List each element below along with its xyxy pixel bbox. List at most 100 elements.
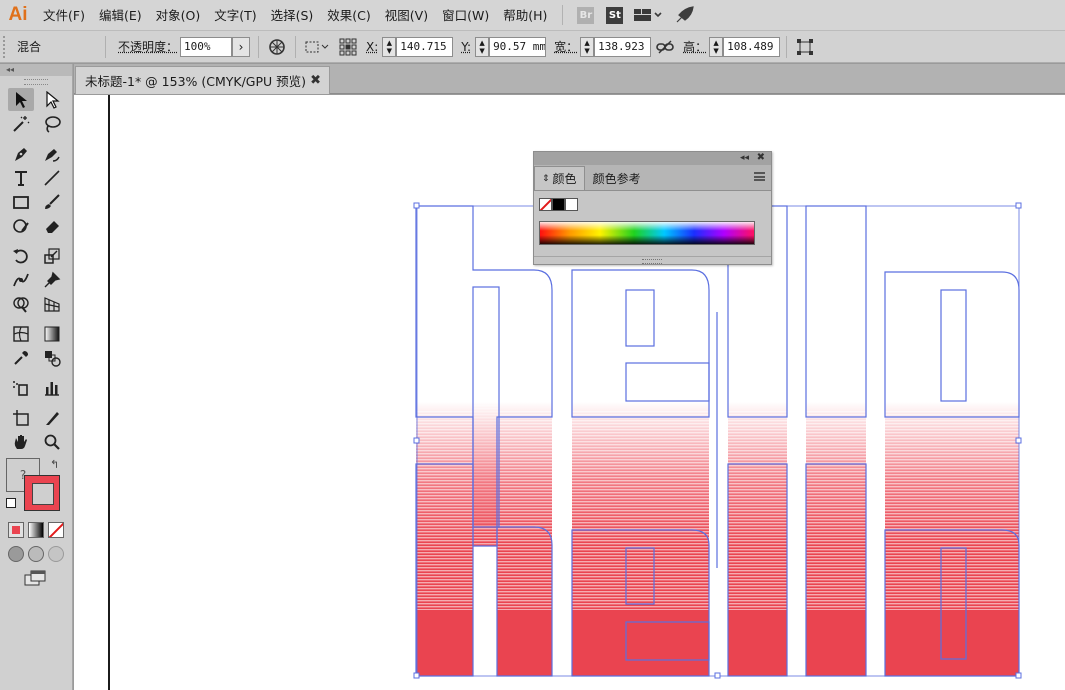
panel-menu-icon[interactable]	[754, 172, 765, 181]
transform-panel-icon[interactable]	[795, 37, 815, 57]
x-label[interactable]: X:	[362, 40, 382, 54]
bridge-button[interactable]: Br	[577, 6, 595, 24]
line-segment-tool-icon[interactable]	[39, 166, 65, 189]
tools-panel-grip[interactable]	[24, 79, 48, 85]
width-label[interactable]: 宽：	[546, 38, 580, 55]
color-panel-tabs: ⇕ 颜色 颜色参考	[534, 165, 771, 191]
control-divider	[295, 35, 297, 58]
column-graph-tool-icon[interactable]	[39, 376, 65, 399]
tools-panel: ◂◂ ? ↰	[0, 64, 73, 690]
pin-tool-icon[interactable]	[39, 268, 65, 291]
height-field[interactable]: 108.489 mm	[723, 36, 781, 57]
paintbrush-tool-icon[interactable]	[39, 190, 65, 213]
slice-tool-icon[interactable]	[39, 406, 65, 429]
swap-fill-stroke-icon[interactable]: ↰	[50, 458, 59, 471]
width-stepper[interactable]: ▲ ▼	[580, 36, 595, 57]
pen-tool-icon[interactable]	[8, 142, 34, 165]
curvature-tool-icon[interactable]	[39, 142, 65, 165]
perspective-grid-tool-icon[interactable]	[39, 292, 65, 315]
gradient-tool-icon[interactable]	[39, 322, 65, 345]
eyedropper-tool-icon[interactable]	[8, 346, 34, 369]
puppet-warp-tool-icon[interactable]	[8, 268, 34, 291]
rectangle-tool-icon[interactable]	[8, 190, 34, 213]
draw-normal-icon[interactable]	[8, 546, 24, 562]
menu-select[interactable]: 选择(S)	[264, 0, 321, 31]
default-fill-stroke-icon[interactable]	[6, 498, 16, 508]
gradient-mode-button[interactable]	[28, 522, 44, 538]
width-field[interactable]: 138.923 mm	[594, 36, 652, 57]
screen-mode-icon[interactable]	[24, 570, 48, 586]
menu-file[interactable]: 文件(F)	[36, 0, 92, 31]
opacity-label[interactable]: 不透明度：	[110, 38, 180, 55]
menu-object[interactable]: 对象(O)	[149, 0, 208, 31]
control-divider	[786, 35, 788, 58]
constrain-proportions-link-icon[interactable]	[655, 37, 675, 57]
panel-resize-grip[interactable]	[534, 256, 771, 264]
symbol-sprayer-tool-icon[interactable]	[8, 376, 34, 399]
control-divider	[105, 35, 106, 58]
tab-color[interactable]: ⇕ 颜色	[534, 166, 585, 190]
zoom-tool-icon[interactable]	[39, 430, 65, 453]
x-stepper[interactable]: ▲ ▼	[382, 36, 397, 57]
draw-behind-icon[interactable]	[28, 546, 44, 562]
artboard-tool-icon[interactable]	[8, 406, 34, 429]
close-panel-icon[interactable]: ✖	[757, 152, 765, 164]
selection-type-label: 混合	[17, 40, 42, 54]
recolor-artwork-icon[interactable]	[267, 37, 287, 57]
color-mode-button[interactable]	[8, 522, 24, 538]
menu-bar: Ai 文件(F) 编辑(E) 对象(O) 文字(T) 选择(S) 效果(C) 视…	[0, 0, 1065, 31]
menu-window[interactable]: 窗口(W)	[435, 0, 496, 31]
y-field[interactable]: 90.57 mm	[489, 36, 547, 57]
color-panel-header[interactable]: ◂◂ ✖	[534, 152, 771, 165]
hand-tool-icon[interactable]	[8, 430, 34, 453]
collapse-panel-icon[interactable]: ◂◂	[740, 152, 749, 164]
color-spectrum-bar[interactable]	[539, 221, 755, 245]
document-tab-bar: 未标题-1* @ 153% (CMYK/GPU 预览) ✖	[74, 64, 1065, 94]
type-tool-icon[interactable]	[8, 166, 34, 189]
transform-reference-point-icon[interactable]	[338, 37, 358, 57]
close-document-icon[interactable]: ✖	[310, 73, 321, 88]
control-bar: 混合 不透明度： 100% › X: ▲▼ 140.715 mm Y: ▲▼ 9…	[0, 31, 1065, 63]
control-divider	[258, 35, 260, 58]
workspace-switcher-icon[interactable]	[633, 7, 663, 23]
stock-button[interactable]: St	[606, 6, 624, 24]
none-swatch[interactable]	[539, 198, 552, 211]
tools-panel-header[interactable]: ◂◂	[0, 64, 72, 76]
scale-tool-icon[interactable]	[39, 244, 65, 267]
menu-edit[interactable]: 编辑(E)	[92, 0, 149, 31]
white-swatch[interactable]	[565, 198, 578, 211]
color-panel: ◂◂ ✖ ⇕ 颜色 颜色参考	[533, 151, 772, 265]
app-logo: Ai	[8, 4, 28, 25]
black-swatch[interactable]	[552, 198, 565, 211]
menu-type[interactable]: 文字(T)	[207, 0, 263, 31]
opacity-field[interactable]: 100%	[180, 36, 233, 57]
draw-inside-icon[interactable]	[48, 546, 64, 562]
publish-rocket-icon[interactable]	[675, 6, 695, 24]
magic-wand-tool-icon[interactable]	[8, 112, 34, 135]
y-label[interactable]: Y:	[453, 40, 475, 54]
menu-effect[interactable]: 效果(C)	[320, 0, 377, 31]
menu-view[interactable]: 视图(V)	[378, 0, 435, 31]
opacity-expand-button[interactable]: ›	[232, 36, 251, 57]
eraser-tool-icon[interactable]	[39, 214, 65, 237]
shaper-tool-icon[interactable]	[8, 214, 34, 237]
menu-help[interactable]: 帮助(H)	[496, 0, 554, 31]
x-field[interactable]: 140.715 mm	[396, 36, 454, 57]
height-stepper[interactable]: ▲ ▼	[709, 36, 724, 57]
selection-tool-icon[interactable]	[8, 88, 34, 111]
none-mode-button[interactable]	[48, 522, 64, 538]
height-label[interactable]: 高：	[679, 38, 709, 55]
tab-color-guide[interactable]: 颜色参考	[585, 166, 649, 190]
tab-color-toggle-icon[interactable]: ⇕	[542, 174, 550, 184]
rotate-tool-icon[interactable]	[8, 244, 34, 267]
y-stepper[interactable]: ▲ ▼	[475, 36, 490, 57]
menu-divider	[562, 5, 564, 25]
direct-selection-tool-icon[interactable]	[39, 88, 65, 111]
lasso-tool-icon[interactable]	[39, 112, 65, 135]
blend-tool-icon[interactable]	[39, 346, 65, 369]
shape-builder-tool-icon[interactable]	[8, 292, 34, 315]
mesh-tool-icon[interactable]	[8, 322, 34, 345]
align-options-icon[interactable]	[304, 37, 330, 57]
stroke-swatch[interactable]	[24, 475, 60, 511]
document-tab[interactable]: 未标题-1* @ 153% (CMYK/GPU 预览) ✖	[75, 66, 330, 94]
